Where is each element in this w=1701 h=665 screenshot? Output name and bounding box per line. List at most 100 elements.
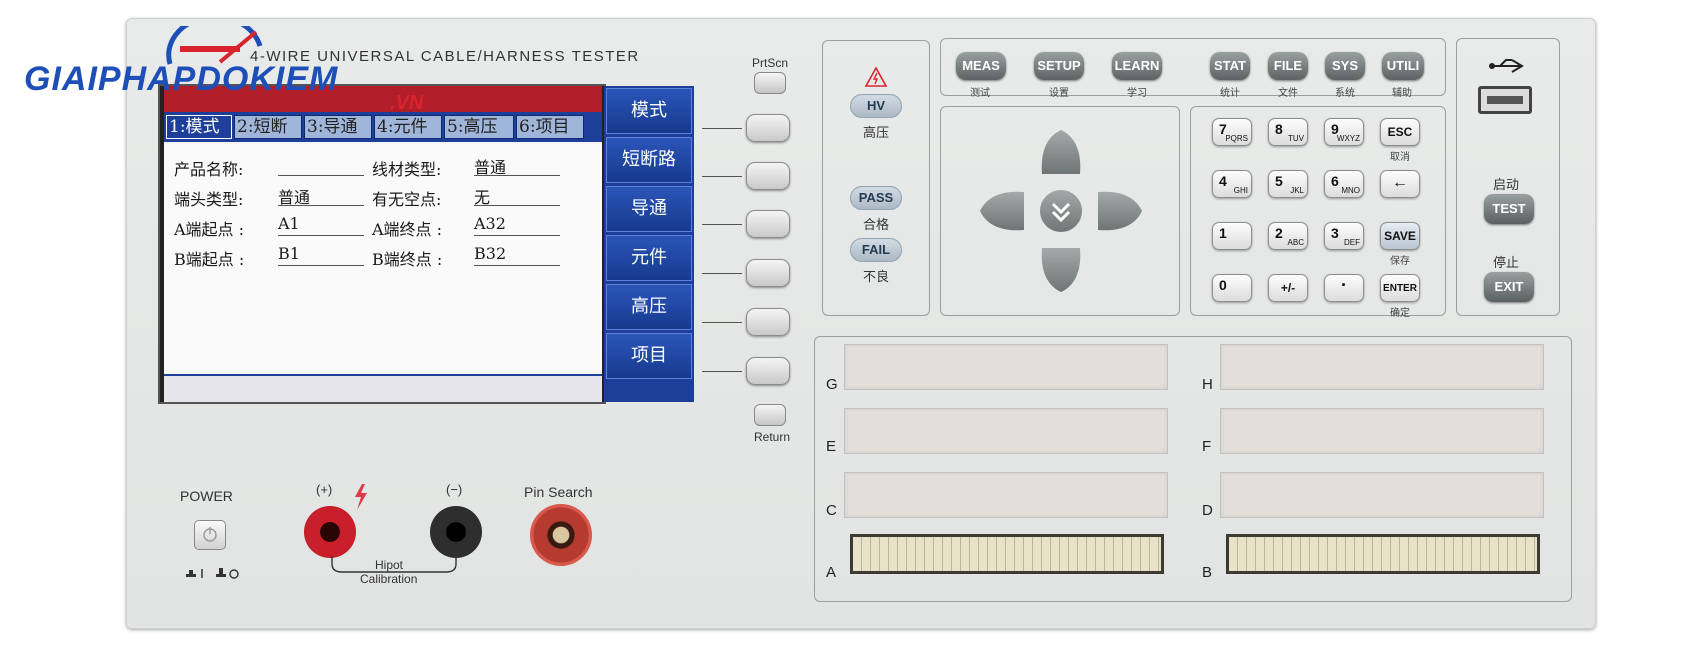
a-end-field[interactable]: A32 [474,214,560,236]
a-start-field[interactable]: A1 [278,214,364,236]
start-label-cn: 启动 [1493,178,1520,193]
hipot-positive-jack[interactable] [304,506,356,558]
enter-label-cn: 确定 [1390,308,1410,319]
tab-short-open[interactable]: 2:短断 [234,115,302,139]
softkey-high-voltage[interactable]: 高压 [606,284,692,330]
key-1[interactable]: 1 [1212,222,1252,250]
file-button[interactable]: FILE [1268,52,1308,80]
connector-b[interactable] [1226,534,1540,574]
tab-project[interactable]: 6:项目 [516,115,584,139]
softkey-mode[interactable]: 模式 [606,88,692,134]
connector-a[interactable] [850,534,1164,574]
plus-minus-key[interactable]: +/- [1268,274,1308,302]
side-key-5[interactable] [746,308,790,336]
power-icon [203,527,217,542]
tab-continuity[interactable]: 3:导通 [304,115,372,139]
negative-terminal-label: (−) [446,482,463,497]
b-start-field[interactable]: B1 [278,244,364,266]
slot-d [1220,472,1544,518]
utili-button[interactable]: UTILI [1382,52,1424,80]
power-switch-symbol-icon [186,568,239,579]
tab-high-voltage[interactable]: 5:高压 [444,115,514,139]
return-label: Return [754,430,791,444]
meas-button[interactable]: MEAS [956,52,1006,80]
setup-button[interactable]: SETUP [1034,52,1084,80]
terminal-type-field[interactable]: 普通 [278,184,364,207]
fail-label-cn: 不良 [863,270,890,285]
slot-e [844,408,1168,454]
key-7[interactable]: 7 PQRS [1212,118,1252,146]
slot-a-label: A [826,564,837,581]
prtscn-button[interactable] [754,72,786,94]
lcd-form: 产品名称: 线材类型: 普通 端头类型: 普通 有无空点: 无 A端起点 : A… [164,144,602,370]
decimal-point-key[interactable]: · [1324,274,1364,302]
side-key-3[interactable] [746,210,790,238]
softkey-short-open[interactable]: 短断路 [606,137,692,183]
key-3[interactable]: 3 DEF [1324,222,1364,250]
b-start-label: B端起点 : [174,250,245,269]
side-key-1[interactable] [746,114,790,142]
b-end-field[interactable]: B32 [474,244,560,266]
key-9[interactable]: 9 WXYZ [1324,118,1364,146]
side-key-2[interactable] [746,162,790,190]
function-key-panel [940,38,1446,96]
softkey-component[interactable]: 元件 [606,235,692,281]
lightning-icon [355,484,367,510]
a-end-label: A端终点 : [372,220,443,239]
save-key[interactable]: SAVE [1380,222,1420,250]
product-name-label: 产品名称: [174,160,244,179]
softkey-column: 模式 短断路 导通 元件 高压 项目 [604,86,694,402]
positive-terminal-label: (+) [316,482,333,497]
key-5[interactable]: 5 JKL [1268,170,1308,198]
pin-search-jack[interactable] [530,504,592,566]
slot-f [1220,408,1544,454]
meas-label-cn: 测试 [970,88,990,99]
wire-type-label: 线材类型: [372,160,442,179]
save-label-cn: 保存 [1390,256,1410,267]
product-name-field[interactable] [278,154,364,176]
side-key-4[interactable] [746,259,790,287]
test-button[interactable]: TEST [1484,194,1534,224]
lcd-status-bar [164,374,602,402]
esc-key[interactable]: ESC [1380,118,1420,146]
learn-button[interactable]: LEARN [1112,52,1162,80]
softkey-continuity[interactable]: 导通 [606,186,692,232]
empty-point-field[interactable]: 无 [474,184,560,207]
key-8[interactable]: 8 TUV [1268,118,1308,146]
exit-button[interactable]: EXIT [1484,272,1534,302]
softkey-line [702,273,742,274]
usb-port[interactable] [1478,86,1532,114]
learn-label-cn: 学习 [1127,88,1147,99]
b-end-label: B端终点 : [372,250,443,269]
slot-c [844,472,1168,518]
return-button[interactable] [754,404,786,426]
softkey-project[interactable]: 项目 [606,333,692,379]
tab-component[interactable]: 4:元件 [374,115,442,139]
pass-indicator: PASS [850,186,902,210]
key-2[interactable]: 2 ABC [1268,222,1308,250]
sys-button[interactable]: SYS [1325,52,1365,80]
slot-c-label: C [826,502,837,519]
high-voltage-warning-icon [864,66,888,87]
lcd-screen: 1:模式 2:短断 3:导通 4:元件 5:高压 6:项目 产品名称: 线材类型… [164,86,602,402]
a-start-label: A端起点 : [174,220,245,239]
slot-b-label: B [1202,564,1213,581]
fail-indicator: FAIL [850,238,902,262]
lcd-tab-bar: 1:模式 2:短断 3:导通 4:元件 5:高压 6:项目 [164,112,602,142]
slot-f-label: F [1202,438,1212,455]
backspace-key[interactable]: ← [1380,170,1420,198]
wire-type-field[interactable]: 普通 [474,154,560,177]
side-key-6[interactable] [746,357,790,385]
key-0[interactable]: 0 [1212,274,1252,302]
key-4[interactable]: 4 GHI [1212,170,1252,198]
down-arrow-key [1041,248,1081,292]
power-button[interactable] [194,520,226,550]
slot-g [844,344,1168,390]
key-6[interactable]: 6 MNO [1324,170,1364,198]
pass-label-cn: 合格 [863,218,890,233]
tab-mode[interactable]: 1:模式 [166,115,232,139]
slot-e-label: E [826,438,837,455]
enter-key[interactable]: ENTER [1380,274,1420,302]
hipot-negative-jack[interactable] [430,506,482,558]
stat-button[interactable]: STAT [1210,52,1250,80]
